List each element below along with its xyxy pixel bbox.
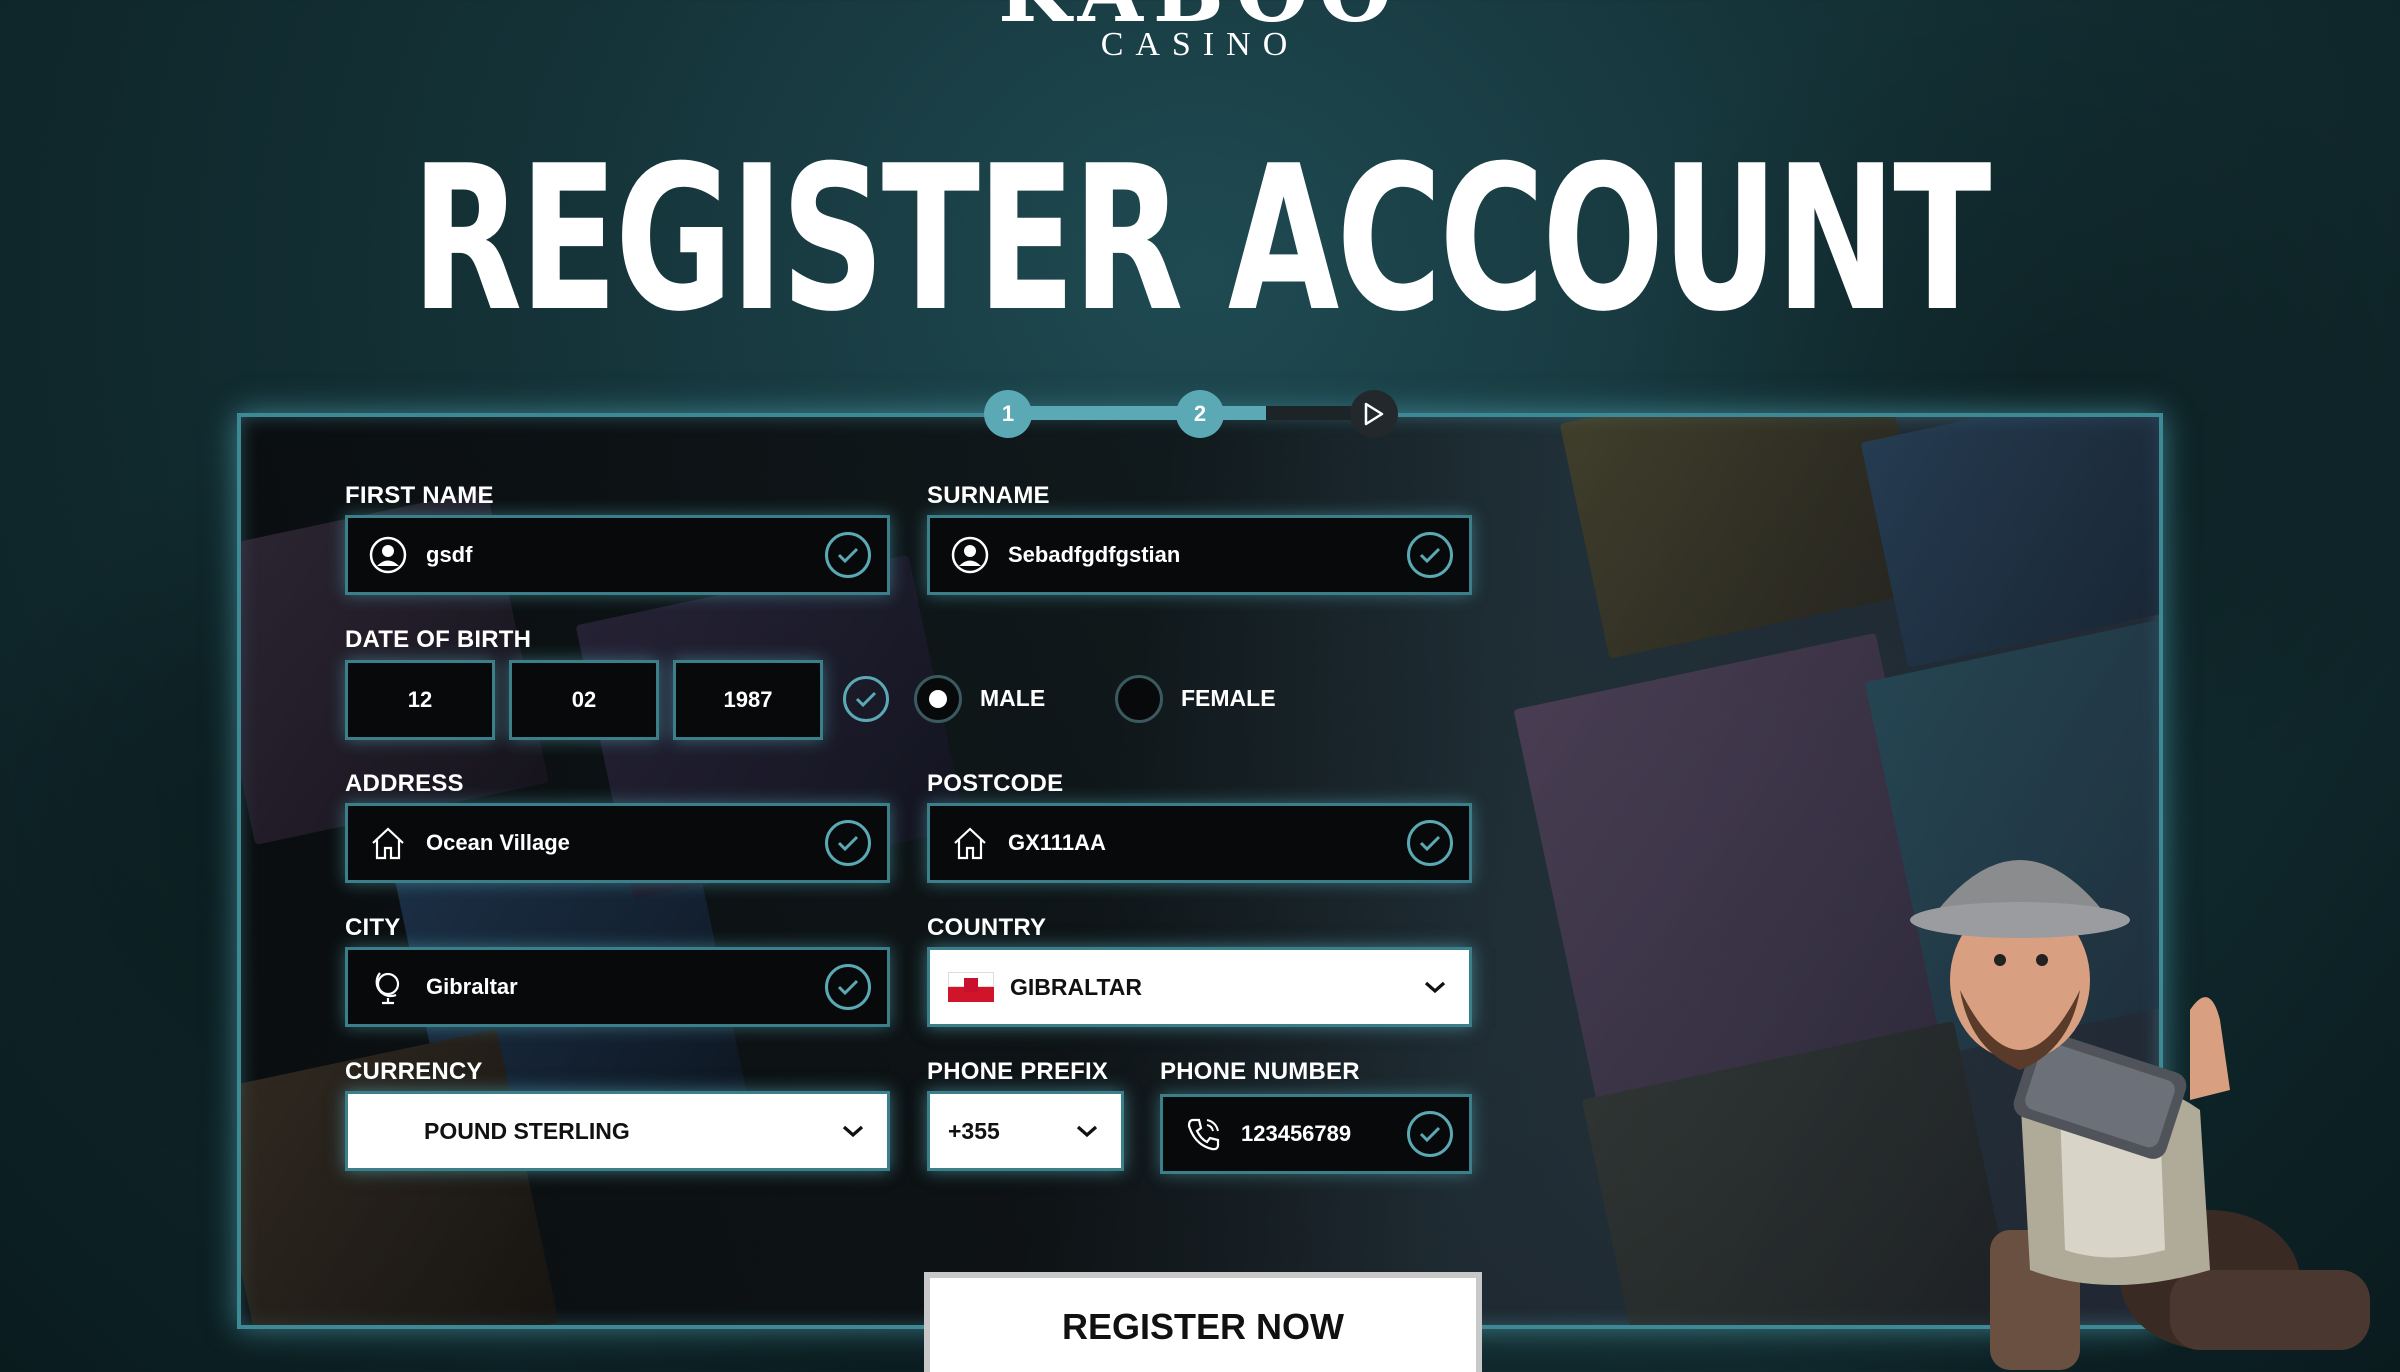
surname-field[interactable]: Sebadfgdfgstian [927, 515, 1472, 595]
dob-month-field[interactable]: 02 [509, 660, 659, 740]
dob-label: DATE OF BIRTH [345, 626, 532, 653]
play-icon[interactable] [1350, 390, 1398, 438]
phone-number-value: 123456789 [1241, 1121, 1352, 1146]
first-name-label: FIRST NAME [345, 482, 494, 509]
check-icon [1407, 820, 1453, 866]
step-1[interactable]: 1 [984, 390, 1032, 438]
check-icon [825, 964, 871, 1010]
female-label[interactable]: FEMALE [1181, 685, 1276, 712]
postcode-label: POSTCODE [927, 770, 1064, 797]
postcode-field[interactable]: GX111AA [927, 803, 1472, 883]
first-name-field[interactable]: gsdf [345, 515, 890, 595]
currency-select[interactable]: POUND STERLING [345, 1091, 890, 1171]
currency-value: POUND STERLING [424, 1117, 630, 1144]
postcode-value: GX111AA [1008, 830, 1106, 855]
home-icon [948, 821, 992, 865]
address-value: Ocean Village [426, 830, 570, 855]
gonzo-mascot-image [1870, 810, 2400, 1372]
first-name-value: gsdf [426, 542, 473, 567]
progress-stepper: 1 2 [984, 390, 1414, 438]
gibraltar-flag-icon [948, 972, 994, 1002]
check-icon [1407, 532, 1453, 578]
user-icon [948, 533, 992, 577]
address-field[interactable]: Ocean Village [345, 803, 890, 883]
phone-number-label: PHONE NUMBER [1160, 1058, 1360, 1085]
check-icon [825, 820, 871, 866]
male-radio[interactable] [914, 675, 962, 723]
male-label[interactable]: MALE [980, 685, 1045, 712]
female-radio[interactable] [1115, 675, 1163, 723]
check-icon [843, 676, 889, 722]
stepper-fill [1008, 406, 1266, 420]
check-icon [1407, 1111, 1453, 1157]
chevron-down-icon [1071, 1115, 1103, 1147]
home-icon [366, 821, 410, 865]
user-icon [366, 533, 410, 577]
dob-year-field[interactable]: 1987 [673, 660, 823, 740]
phone-prefix-select[interactable]: +355 [927, 1091, 1124, 1171]
surname-label: SURNAME [927, 482, 1050, 509]
globe-icon [366, 965, 410, 1009]
check-icon [825, 532, 871, 578]
country-label: COUNTRY [927, 914, 1047, 941]
address-label: ADDRESS [345, 770, 464, 797]
dob-day-field[interactable]: 12 [345, 660, 495, 740]
country-value: GIBRALTAR [1010, 973, 1143, 1000]
chevron-down-icon [837, 1115, 869, 1147]
logo-subtitle: CASINO [1100, 26, 1300, 63]
phone-prefix-value: +355 [948, 1117, 1000, 1144]
city-field[interactable]: Gibraltar [345, 947, 890, 1027]
phone-icon [1181, 1112, 1225, 1156]
step-2[interactable]: 2 [1176, 390, 1224, 438]
country-select[interactable]: GIBRALTAR [927, 947, 1472, 1027]
page-title: REGISTER ACCOUNT [411, 123, 1991, 356]
surname-value: Sebadfgdfgstian [1008, 542, 1181, 567]
register-now-button[interactable]: REGISTER NOW [924, 1272, 1482, 1372]
phone-prefix-label: PHONE PREFIX [927, 1058, 1109, 1085]
phone-number-field[interactable]: 123456789 [1160, 1094, 1472, 1174]
city-value: Gibraltar [426, 974, 518, 999]
chevron-down-icon [1419, 971, 1451, 1003]
city-label: CITY [345, 914, 401, 941]
currency-label: CURRENCY [345, 1058, 483, 1085]
